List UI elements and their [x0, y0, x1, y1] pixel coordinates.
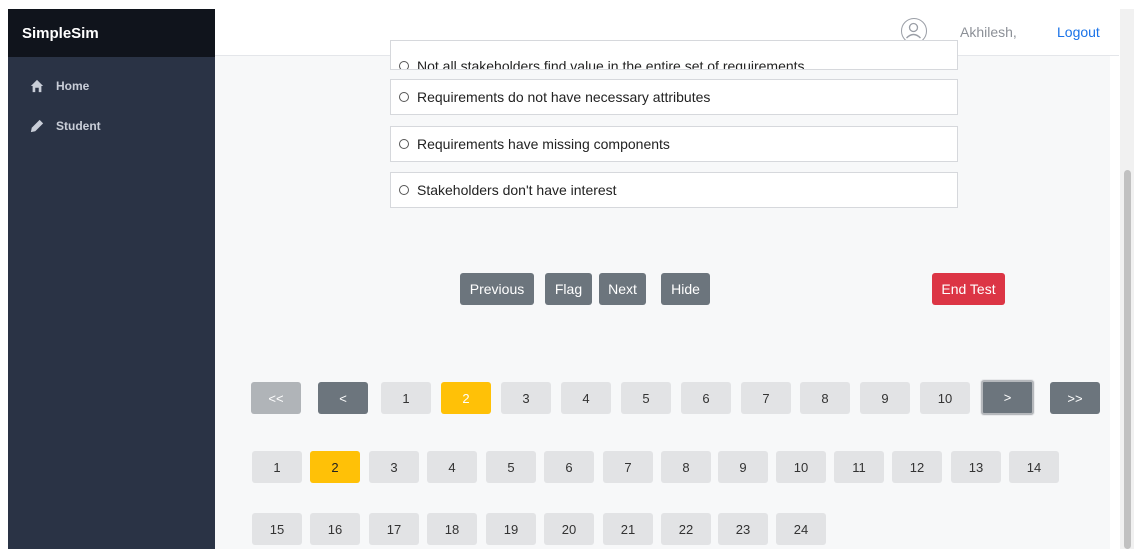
pager-page[interactable]: 4	[561, 382, 611, 414]
logout-link[interactable]: Logout	[1057, 24, 1100, 40]
radio-icon[interactable]	[399, 61, 409, 69]
pager-page[interactable]: 3	[501, 382, 551, 414]
question-number[interactable]: 15	[252, 513, 302, 545]
question-number[interactable]: 24	[776, 513, 826, 545]
previous-button[interactable]: Previous	[460, 273, 534, 305]
sidebar-item-label: Student	[56, 119, 101, 133]
pager-page[interactable]: 5	[621, 382, 671, 414]
question-number[interactable]: 7	[603, 451, 653, 483]
pager-last-button[interactable]: >>	[1050, 382, 1100, 414]
question-number[interactable]: 18	[427, 513, 477, 545]
answer-option[interactable]: Requirements do not have necessary attri…	[390, 79, 958, 115]
brand-logo[interactable]: SimpleSim	[8, 9, 215, 57]
question-number[interactable]: 11	[834, 451, 884, 483]
answer-option[interactable]: Not all stakeholders find value in the e…	[390, 40, 958, 70]
question-number[interactable]: 1	[252, 451, 302, 483]
radio-icon[interactable]	[399, 92, 409, 102]
question-number[interactable]: 13	[951, 451, 1001, 483]
pager-first-button[interactable]: <<	[251, 382, 301, 414]
question-number[interactable]: 12	[892, 451, 942, 483]
sidebar-item-label: Home	[56, 79, 90, 93]
question-number[interactable]: 22	[661, 513, 711, 545]
pencil-icon	[30, 119, 44, 133]
question-number[interactable]: 6	[544, 451, 594, 483]
next-button[interactable]: Next	[599, 273, 646, 305]
end-test-button[interactable]: End Test	[932, 273, 1005, 305]
question-number[interactable]: 9	[718, 451, 768, 483]
pager-page[interactable]: 1	[381, 382, 431, 414]
username: Akhilesh,	[960, 24, 1017, 40]
home-icon	[30, 79, 44, 93]
pager-page[interactable]: 9	[860, 382, 910, 414]
scrollbar-thumb[interactable]	[1124, 170, 1131, 549]
answer-option[interactable]: Stakeholders don't have interest	[390, 172, 958, 208]
question-number[interactable]: 16	[310, 513, 360, 545]
question-number[interactable]: 19	[486, 513, 536, 545]
pager-page[interactable]: 6	[681, 382, 731, 414]
pager-page[interactable]: 8	[800, 382, 850, 414]
question-number[interactable]: 4	[427, 451, 477, 483]
question-number[interactable]: 3	[369, 451, 419, 483]
question-number[interactable]: 20	[544, 513, 594, 545]
pager-page[interactable]: 7	[741, 382, 791, 414]
sidebar-item-home[interactable]: Home	[8, 75, 215, 97]
question-number[interactable]: 17	[369, 513, 419, 545]
question-number-current[interactable]: 2	[310, 451, 360, 483]
sidebar: SimpleSim Home Student	[8, 9, 215, 549]
question-number[interactable]: 14	[1009, 451, 1059, 483]
pager-prev-button[interactable]: <	[318, 382, 368, 414]
hide-button[interactable]: Hide	[661, 273, 710, 305]
question-number[interactable]: 5	[486, 451, 536, 483]
question-number[interactable]: 8	[661, 451, 711, 483]
question-number[interactable]: 23	[718, 513, 768, 545]
radio-icon[interactable]	[399, 139, 409, 149]
sidebar-item-student[interactable]: Student	[8, 115, 215, 137]
pager-next-button[interactable]: >	[981, 380, 1034, 415]
question-number[interactable]: 10	[776, 451, 826, 483]
pager-page-current[interactable]: 2	[441, 382, 491, 414]
flag-button[interactable]: Flag	[545, 273, 592, 305]
radio-icon[interactable]	[399, 185, 409, 195]
question-number[interactable]: 21	[603, 513, 653, 545]
answer-option[interactable]: Requirements have missing components	[390, 126, 958, 162]
pager-page[interactable]: 10	[920, 382, 970, 414]
